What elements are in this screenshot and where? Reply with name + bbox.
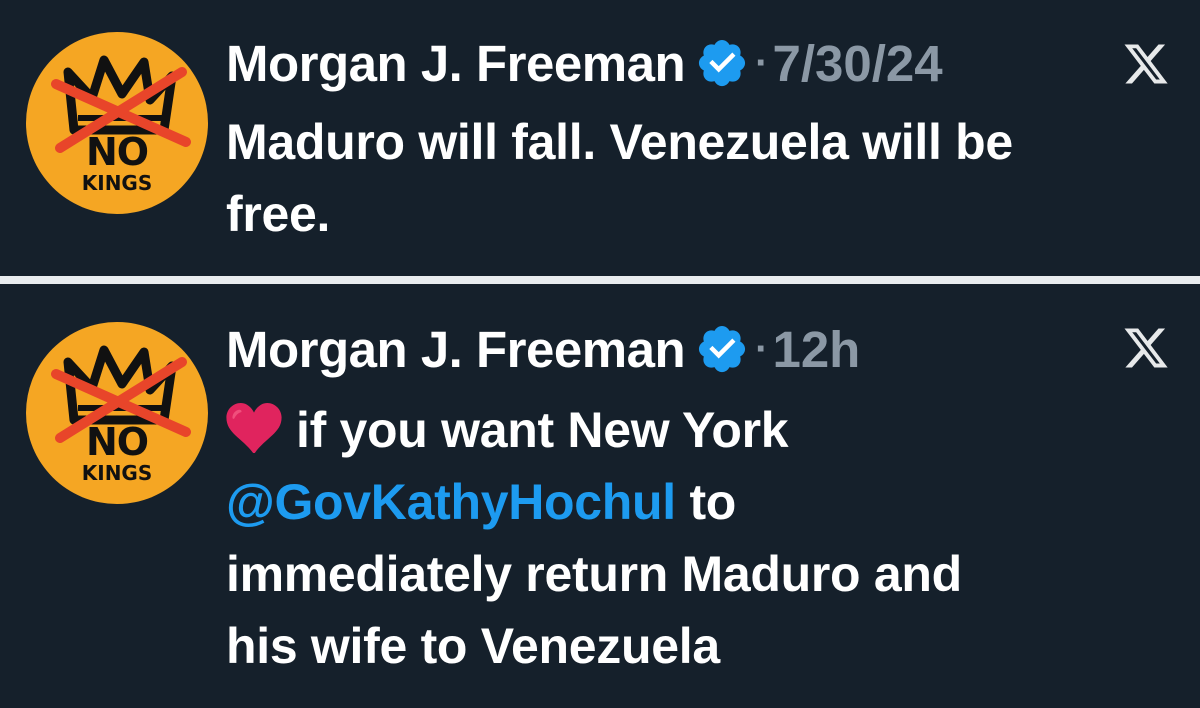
post-text: Maduro will fall. Venezuela will be free… <box>226 106 1186 250</box>
display-name[interactable]: Morgan J. Freeman <box>226 320 686 379</box>
mention-link[interactable]: @GovKathyHochul <box>226 474 676 530</box>
avatar[interactable]: NO KINGS <box>26 322 208 504</box>
post-text: if you want New York @GovKathyHochul to … <box>226 394 1186 682</box>
separator-dot: · <box>755 40 769 85</box>
avatar-no-text: NO <box>85 420 149 464</box>
post-text-line: @GovKathyHochul to <box>226 466 1186 538</box>
display-name[interactable]: Morgan J. Freeman <box>226 34 686 93</box>
verified-badge-icon <box>699 325 746 373</box>
x-logo-icon[interactable] <box>1122 324 1170 372</box>
post-text-segment: if you want New York <box>296 402 789 458</box>
x-logo-icon[interactable] <box>1122 40 1170 88</box>
post-divider <box>0 276 1200 284</box>
avatar-kings-text: KINGS <box>81 461 153 485</box>
avatar-kings-text: KINGS <box>81 171 153 195</box>
verified-badge-icon <box>699 39 746 87</box>
post-text-line: Maduro will fall. Venezuela will be <box>226 114 1013 170</box>
timestamp[interactable]: 12h <box>772 320 860 379</box>
red-heart-emoji-icon <box>226 403 282 453</box>
avatar-no-text: NO <box>85 130 149 174</box>
post-card[interactable]: NO KINGS Morgan J. Freeman · 7/30/24 Mad… <box>0 0 1200 276</box>
post-header: Morgan J. Freeman · 12h <box>226 314 860 384</box>
post-text-segment: to <box>675 474 737 530</box>
post-text-line: his wife to Venezuela <box>226 618 720 674</box>
post-text-line: free. <box>226 186 331 242</box>
post-header: Morgan J. Freeman · 7/30/24 <box>226 28 943 98</box>
avatar[interactable]: NO KINGS <box>26 32 208 214</box>
timestamp[interactable]: 7/30/24 <box>772 34 942 93</box>
post-text-line: immediately return Maduro and <box>226 546 962 602</box>
post-card[interactable]: NO KINGS Morgan J. Freeman · 12h if you … <box>0 284 1200 708</box>
separator-dot: · <box>755 326 769 371</box>
post-text-line: if you want New York <box>226 394 1186 466</box>
